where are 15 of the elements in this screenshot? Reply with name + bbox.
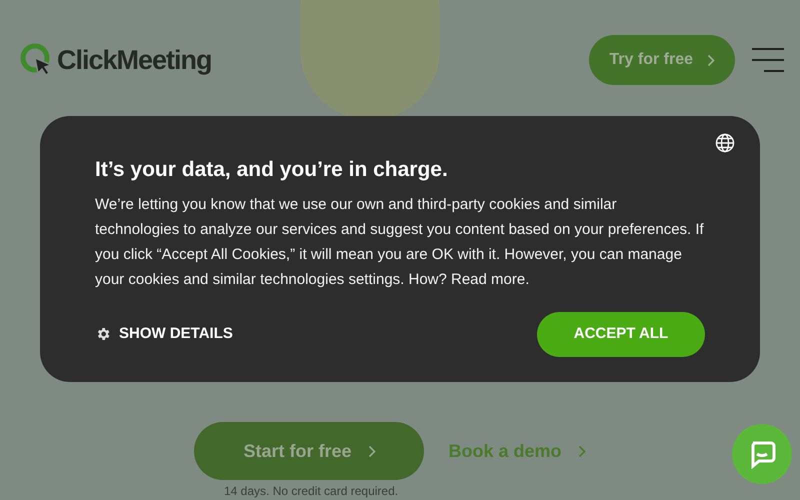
show-details-button[interactable]: SHOW DETAILS <box>95 322 233 346</box>
menu-icon[interactable] <box>752 48 784 72</box>
logo-text: ClickMeeting <box>57 44 212 77</box>
book-demo-link[interactable]: Book a demo <box>448 438 586 464</box>
trial-note: 14 days. No credit card required. <box>224 483 400 500</box>
banner-title: It’s your data, and you’re in charge. <box>95 157 449 183</box>
globe-icon[interactable] <box>715 133 735 153</box>
chevron-icon <box>578 444 586 458</box>
accept-all-button[interactable]: ACCEPT ALL <box>537 312 705 356</box>
try-for-free-button[interactable]: Try for free <box>589 35 735 85</box>
start-for-free-button[interactable]: Start for free <box>194 422 424 480</box>
chevron-icon <box>707 54 715 66</box>
chevron-icon <box>368 444 376 458</box>
banner-text: We’re letting you know that we use our own and third-party cookies and similar technologies to analyze our services and suggest you content based on your preferences. If you click “Accept All Cookies,” it will mean you are OK with it. However, you can manage your cookies and similar technologies settings. How? Read more. <box>95 194 705 290</box>
gear-icon <box>95 326 111 342</box>
